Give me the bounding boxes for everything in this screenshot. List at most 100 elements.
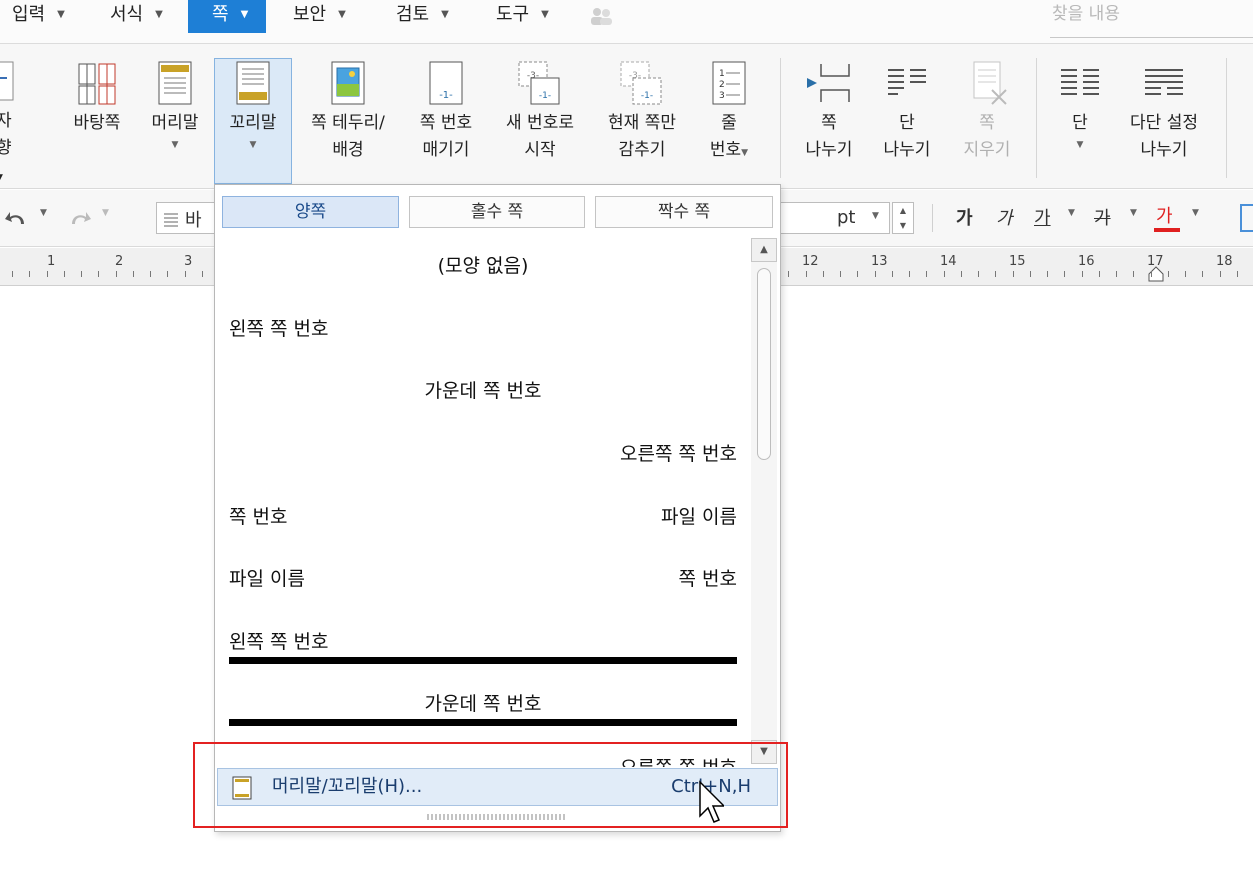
bold-button[interactable]: 가 — [956, 204, 973, 230]
ruler-tick — [1082, 271, 1083, 277]
ribbon-label: 바탕쪽 — [73, 113, 121, 133]
menu-label: 검토 — [396, 4, 430, 25]
ruler-tick — [1047, 271, 1048, 277]
ribbon-label: 매기기 — [422, 140, 470, 160]
scroll-up-icon[interactable]: ▲ — [751, 238, 777, 262]
menu-tools[interactable]: 도구 ▼ — [496, 0, 549, 33]
indent-marker-icon[interactable] — [1146, 264, 1166, 282]
ruler-number: 15 — [1009, 254, 1026, 269]
strikethrough-button[interactable]: 가 — [1094, 204, 1111, 230]
style-select[interactable]: 바 — [156, 202, 216, 234]
columns-button[interactable]: 단 ▼ — [1052, 60, 1108, 153]
italic-button[interactable]: 가 — [996, 204, 1013, 230]
undo-icon[interactable] — [4, 208, 30, 228]
svg-text:2: 2 — [719, 80, 725, 90]
ruler-tick — [909, 271, 910, 277]
background-page-button[interactable]: 바탕쪽 — [66, 60, 128, 137]
delete-page-icon — [973, 61, 1007, 105]
option-pagenum-filename[interactable]: 쪽 번호 파일 이름 — [229, 502, 737, 532]
chevron-down-icon[interactable]: ▼ — [1130, 208, 1137, 218]
svg-text:1: 1 — [719, 69, 725, 79]
menu-security[interactable]: 보안 ▼ — [293, 0, 346, 33]
column-break-button[interactable]: 단 나누기 — [874, 60, 940, 164]
search-input[interactable]: 찾을 내용 — [1050, 0, 1253, 38]
option-right-page-number[interactable]: 오른쪽 쪽 번호 — [229, 439, 737, 469]
menu-page[interactable]: 쪽 ▼ — [188, 0, 266, 33]
hide-page-icon: -3- -1- — [620, 61, 662, 105]
option-center-page-number-line[interactable]: 가운데 쪽 번호 — [229, 689, 737, 719]
ruler-tick — [47, 271, 48, 277]
people-icon[interactable] — [588, 6, 614, 26]
ruler-number: 3 — [184, 254, 193, 269]
option-text: 가운데 쪽 번호 — [424, 380, 542, 402]
ruler-tick — [857, 271, 858, 277]
font-color-button[interactable]: 가 — [1156, 202, 1173, 228]
ribbon-label: 나누기 — [1140, 140, 1188, 160]
font-size-field[interactable]: pt ▼ — [780, 202, 890, 234]
line-number-button[interactable]: 1 2 3 줄 번호▼ — [698, 60, 760, 167]
chevron-down-icon[interactable]: ▼ — [40, 208, 47, 218]
chevron-down-icon: ▼ — [0, 173, 3, 183]
chevron-down-icon: ▼ — [441, 9, 449, 20]
tab-even-pages[interactable]: 짝수 쪽 — [595, 196, 773, 228]
option-left-page-number-line[interactable]: 왼쪽 쪽 번호 — [229, 627, 737, 657]
option-filename-pagenum[interactable]: 파일 이름 쪽 번호 — [229, 564, 737, 594]
ribbon-label: 나누기 — [805, 140, 853, 160]
ribbon-separator — [1226, 58, 1227, 178]
chevron-down-icon[interactable]: ▼ — [872, 211, 879, 221]
ribbon-label: 쪽 번호 — [419, 113, 473, 133]
size-stepper[interactable]: ▲ ▼ — [892, 202, 914, 234]
chevron-down-icon: ▼ — [249, 140, 257, 150]
columns-icon — [1061, 69, 1099, 95]
svg-text:3: 3 — [719, 91, 725, 101]
ruler-tick — [64, 271, 65, 277]
option-center-page-number[interactable]: 가운데 쪽 번호 — [229, 376, 737, 406]
option-text: (모양 없음) — [437, 255, 529, 277]
partial-ribbon-button[interactable]: 자 향 ▼ — [0, 60, 16, 192]
ribbon-label: 쪽 — [821, 113, 837, 133]
ruler-tick — [875, 271, 876, 277]
menu-label: 쪽 — [212, 4, 229, 25]
redo-icon[interactable] — [66, 208, 92, 228]
menu-label: 도구 — [496, 4, 530, 25]
menu-format[interactable]: 서식 ▼ — [110, 0, 163, 33]
tab-odd-pages[interactable]: 홀수 쪽 — [409, 196, 585, 228]
dropdown-scrollbar[interactable]: ▲ ▼ — [751, 238, 777, 764]
ruler-number: 2 — [115, 254, 124, 269]
footer-button[interactable]: 꼬리말 ▼ — [216, 60, 290, 153]
delete-page-button[interactable]: 쪽 지우기 — [954, 60, 1020, 164]
line-number-icon: 1 2 3 — [712, 61, 746, 105]
underline-button[interactable]: 가 — [1034, 204, 1051, 230]
ribbon-label: 꼬리말 — [229, 113, 277, 133]
ruler-number: 14 — [940, 254, 957, 269]
ruler-tick — [202, 271, 203, 277]
multi-column-break-button[interactable]: 다단 설정 나누기 — [1118, 60, 1210, 164]
option-no-style[interactable]: (모양 없음) — [229, 251, 737, 281]
menu-review[interactable]: 검토 ▼ — [396, 0, 449, 33]
ruler-tick — [1030, 271, 1031, 277]
menu-label: 입력 — [12, 4, 46, 25]
ribbon-label: 쪽 테두리/ — [311, 113, 385, 133]
option-left-page-number[interactable]: 왼쪽 쪽 번호 — [229, 314, 737, 344]
chevron-down-icon[interactable]: ▼ — [1192, 208, 1199, 218]
ruler-number: 12 — [802, 254, 819, 269]
ribbon-label: 시작 — [524, 140, 556, 160]
page-numbering-button[interactable]: -1- 쪽 번호 매기기 — [408, 60, 484, 164]
partial-toolbar-button[interactable] — [1240, 204, 1253, 232]
ruler-tick — [150, 271, 151, 277]
new-number-icon: -3- -1- — [518, 61, 560, 105]
chevron-down-icon: ▼ — [741, 148, 749, 158]
chevron-down-icon: ▼ — [541, 9, 549, 20]
header-button[interactable]: 머리말 ▼ — [142, 60, 208, 153]
hide-current-page-button[interactable]: -3- -1- 현재 쪽만 감추기 — [596, 60, 688, 164]
chevron-down-icon[interactable]: ▼ — [102, 208, 109, 218]
tab-both-pages[interactable]: 양쪽 — [222, 196, 399, 228]
ruler-tick — [1116, 271, 1117, 277]
chevron-down-icon[interactable]: ▼ — [1068, 208, 1075, 218]
new-number-button[interactable]: -3- -1- 새 번호로 시작 — [492, 60, 588, 164]
page-break-button[interactable]: 쪽 나누기 — [796, 60, 862, 164]
menu-input[interactable]: 입력 ▼ — [12, 0, 65, 33]
scrollbar-thumb[interactable] — [757, 268, 771, 460]
ribbon-label: 감추기 — [618, 140, 666, 160]
page-border-button[interactable]: 쪽 테두리/ 배경 — [298, 60, 398, 164]
